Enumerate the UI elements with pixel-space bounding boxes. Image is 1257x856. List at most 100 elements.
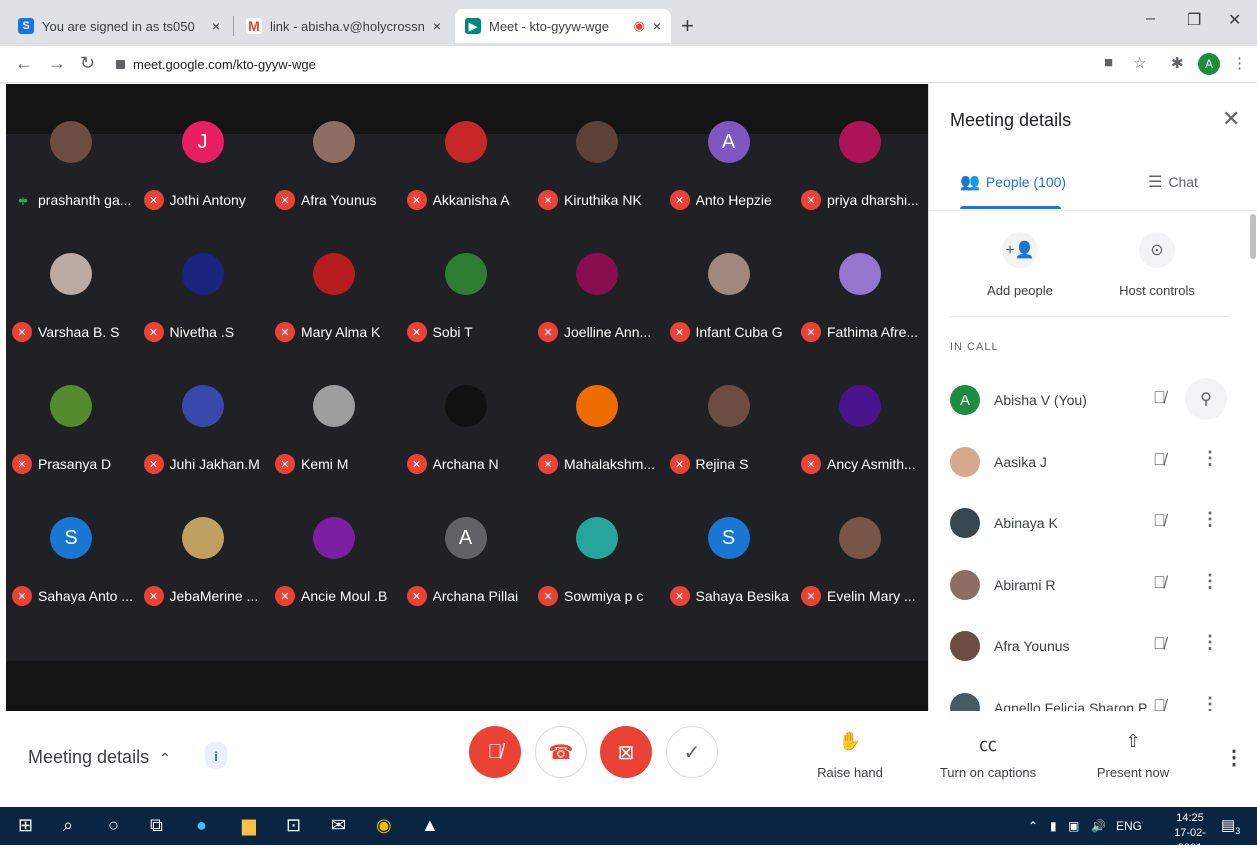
chrome-icon[interactable]: ◉ [376, 815, 392, 836]
participant-avatar [181, 517, 224, 559]
participant-tile[interactable]: ✕ Sobi T [401, 211, 532, 343]
mic-off-button[interactable]: 🎙̸ [469, 726, 521, 778]
participant-tile[interactable]: J ✕ Jothi Antony [138, 79, 269, 211]
people-list-item[interactable]: Abinaya K 🎙̸ ⋮ [929, 493, 1239, 553]
pin-icon[interactable]: ⚲ [1185, 378, 1227, 420]
photos-icon[interactable]: ▲ [421, 815, 439, 836]
network-icon[interactable]: ▣ [1068, 819, 1079, 833]
participant-tile[interactable]: ✕ Kemi M [269, 343, 400, 475]
browser-tab-active[interactable]: ▶ Meet - kto-gyyw-wge ◉ × [455, 9, 671, 43]
participant-tile[interactable]: ✕ Varshaa B. S [6, 211, 137, 343]
add-people-button[interactable]: +👤 Add people [960, 232, 1080, 298]
participant-tile[interactable]: A ✕ Anto Hepzie [664, 79, 795, 211]
windows-start-icon[interactable]: ⊞ [18, 815, 33, 836]
participant-tile[interactable]: ✕ Infant Cuba G [664, 211, 795, 343]
participant-tile[interactable]: ✕ Kiruthika NK [532, 79, 663, 211]
participant-tile[interactable]: ✕ Mary Alma K [269, 211, 400, 343]
tab-people[interactable]: 👥 People (100) [960, 172, 1066, 192]
mail-icon[interactable]: ✉ [331, 815, 346, 836]
participant-tile[interactable]: S ✕ Sahaya Besika [664, 475, 795, 607]
forward-icon[interactable]: → [48, 53, 66, 74]
profile-avatar[interactable]: A [1198, 53, 1220, 75]
security-shield-icon[interactable]: i [205, 742, 227, 770]
participant-tile[interactable]: ✕ Afra Younus [269, 79, 400, 211]
more-options-icon[interactable]: ⋮ [1201, 509, 1219, 530]
apply-visual-effects-button[interactable]: ✓ [666, 726, 718, 778]
store-icon[interactable]: ⊡ [286, 815, 301, 836]
muted-mic-icon: ✕ [143, 322, 164, 342]
task-view-icon[interactable]: ⧉ [150, 815, 163, 836]
participant-tile[interactable]: ✕ Nivetha .S [138, 211, 269, 343]
browser-tab[interactable]: M link - abisha.v@holycrossngl.edu × [236, 9, 451, 43]
leave-call-button[interactable]: ☎ [535, 726, 587, 778]
people-list-item[interactable]: Aasika J 🎙̸ ⋮ [929, 432, 1239, 492]
browser-menu-icon[interactable]: ⋮ [1232, 54, 1247, 72]
cortana-icon[interactable]: ○ [108, 815, 119, 836]
captions-button[interactable]: ㏄ Turn on captions [928, 731, 1048, 780]
participant-tile[interactable]: S ✕ Sahaya Anto ... [6, 475, 137, 607]
participant-tile[interactable]: ✕ Joelline Ann... [532, 211, 663, 343]
participant-name: Rejina S [695, 456, 749, 472]
more-options-icon[interactable]: ⋮ [1201, 448, 1219, 469]
participant-tile[interactable]: ✕ Archana N [401, 343, 532, 475]
volume-icon[interactable]: 🔊 [1091, 819, 1106, 833]
close-panel-icon[interactable]: ✕ [1222, 106, 1240, 132]
panel-scrollbar[interactable] [1250, 214, 1256, 259]
url-field[interactable]: meet.google.com/kto-gyyw-wge [116, 57, 316, 72]
back-icon[interactable]: ← [15, 53, 33, 74]
search-icon[interactable]: ⌕ [63, 815, 73, 836]
new-tab-button[interactable]: + [681, 13, 694, 39]
language-indicator[interactable]: ENG [1116, 819, 1142, 833]
muted-mic-icon: ✕ [669, 454, 690, 474]
participant-tile[interactable]: ✕ Rejina S [664, 343, 795, 475]
host-controls-button[interactable]: ⊙ Host controls [1097, 232, 1217, 298]
raise-hand-button[interactable]: ✋ Raise hand [790, 731, 910, 780]
more-options-icon[interactable]: ⋮ [1201, 571, 1219, 592]
people-list-item[interactable]: Afra Younus 🎙̸ ⋮ [929, 616, 1239, 676]
participant-tile[interactable]: ✕ Akkanisha A [401, 79, 532, 211]
camera-indicator-icon[interactable]: ■ [1104, 54, 1113, 71]
tab-chat[interactable]: ☰ Chat [1148, 172, 1198, 192]
more-options-icon[interactable]: ⋮ [1224, 745, 1244, 770]
clock[interactable]: 14:25 17-02-2021 [1163, 811, 1217, 856]
restore-icon[interactable]: ❐ [1187, 10, 1201, 30]
participant-tile[interactable]: ✕ Juhi Jakhan.M [138, 343, 269, 475]
tray-expand-icon[interactable]: ⌃ [1028, 819, 1038, 833]
participant-tile[interactable]: ✕ Mahalakshm... [532, 343, 663, 475]
camera-off-button[interactable]: ⊠ [600, 726, 652, 778]
file-explorer-icon[interactable]: ▆ [242, 815, 256, 836]
meeting-details-button[interactable]: Meeting details ⌃ [28, 747, 171, 768]
bookmark-star-icon[interactable]: ☆ [1133, 54, 1146, 72]
tab-close-icon[interactable]: × [433, 18, 441, 34]
in-call-heading: IN CALL [950, 341, 999, 353]
participant-name: priya dharshi... [827, 192, 919, 208]
close-window-icon[interactable]: ✕ [1228, 10, 1241, 30]
extensions-icon[interactable]: ✱ [1171, 54, 1184, 72]
tab-chat-label: Chat [1168, 174, 1198, 190]
participant-tile[interactable]: ✕ Sowmiya p c [532, 475, 663, 607]
notifications-icon[interactable]: ▤3 [1221, 816, 1240, 836]
participant-label: ✕ Joelline Ann... [538, 320, 662, 344]
muted-mic-icon: ✕ [669, 322, 690, 342]
participant-tile[interactable]: ✕ priya dharshi... [795, 79, 926, 211]
tab-close-icon[interactable]: × [653, 18, 661, 34]
participant-avatar [839, 121, 881, 163]
minimize-icon[interactable]: – [1146, 10, 1155, 28]
tab-close-icon[interactable]: × [212, 18, 220, 34]
participant-tile[interactable]: •ı• prashanth ga... [6, 79, 137, 211]
people-list-item[interactable]: Abirami R 🎙̸ ⋮ [929, 555, 1239, 615]
reload-icon[interactable]: ↻ [80, 53, 95, 74]
participant-tile[interactable]: ✕ Fathima Afre... [795, 211, 926, 343]
edge-icon[interactable]: ● [196, 815, 207, 836]
people-list-item[interactable]: A Abisha V (You) 🎙̸ ⚲ [929, 370, 1239, 430]
browser-tab[interactable]: S You are signed in as ts050 × [8, 9, 230, 43]
participant-tile[interactable]: ✕ Ancy Asmith... [795, 343, 926, 475]
participant-tile[interactable]: ✕ JebaMerine ... [138, 475, 269, 607]
more-options-icon[interactable]: ⋮ [1201, 632, 1219, 653]
participant-tile[interactable]: ✕ Ancie Moul .B [269, 475, 400, 607]
present-now-button[interactable]: ⇧ Present now [1073, 731, 1193, 780]
participant-tile[interactable]: ✕ Evelin Mary ... [795, 475, 926, 607]
participant-tile[interactable]: A ✕ Archana Pillai [401, 475, 532, 607]
tab-separator [233, 16, 234, 36]
participant-tile[interactable]: ✕ Prasanya D [6, 343, 137, 475]
